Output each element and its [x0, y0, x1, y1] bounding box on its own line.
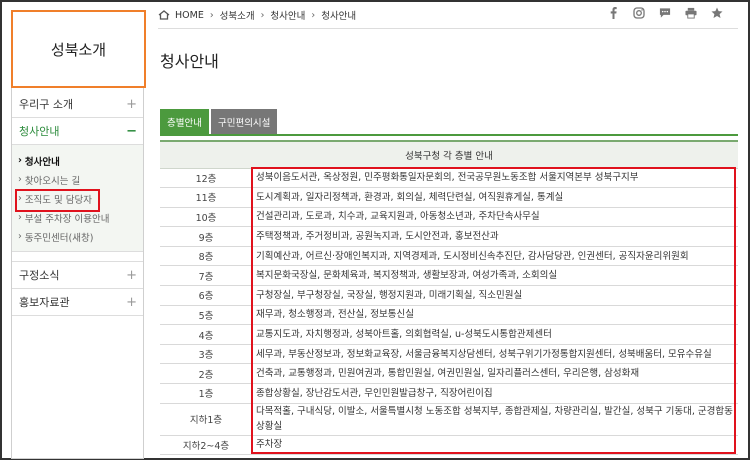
sidebar-item-label: 구정소식 [19, 269, 60, 282]
dept-cell: 건축과, 교통행정과, 민원여권과, 통합민원실, 여권민원실, 일자리플러스센… [252, 363, 738, 385]
chevron-right-icon: › [18, 212, 22, 223]
sidebar: 성북소개 우리구 소개 + 청사안내 − › 청사안내 › 찾아오시는 길 › … [11, 10, 146, 459]
table-row: 11층 도시계획과, 일자리정책과, 환경과, 회의실, 체력단련실, 여직원휴게… [160, 187, 738, 208]
plus-icon: + [126, 267, 137, 283]
dept-cell: 다목적홀, 구내식당, 이발소, 서울특별시청 노동조합 성북지부, 종합관제실… [252, 403, 738, 436]
table-row: 1층 종합상황실, 장난감도서관, 무인민원발급창구, 직장어린이집 [160, 383, 738, 404]
submenu-item-community-centers[interactable]: › 동주민센터(새창) [12, 227, 143, 246]
print-icon[interactable] [685, 7, 697, 19]
floor-cell: 10층 [160, 207, 252, 228]
table-row: 2층 건축과, 교통행정과, 민원여권과, 통합민원실, 여권민원실, 일자리플러… [160, 363, 738, 385]
dept-cell: 복지문화국장실, 문화체육과, 복지정책과, 생활보장과, 여성가족과, 소회의… [252, 265, 738, 287]
sidebar-lower: 구정소식 + 홍보자료관 + [12, 261, 143, 316]
floor-cell: 9층 [160, 226, 252, 247]
floor-cell: 지하2~4층 [160, 435, 252, 456]
dept-cell: 기획예산과, 어르신·장애인복지과, 지역경제과, 도시정비신속추진단, 감사담… [252, 246, 738, 267]
table-header-row: 성북구청 각 층별 안내 [160, 140, 738, 169]
chevron-right-icon: › [311, 9, 316, 21]
floor-cell: 11층 [160, 187, 252, 208]
table-row: 9층 주택정책과, 주거정비과, 공원녹지과, 도시안전과, 홍보전산과 [160, 226, 738, 247]
tab-bar: 층별안내 구민편의시설 [160, 109, 279, 134]
breadcrumb-home-label: HOME [175, 9, 204, 21]
tab-facilities[interactable]: 구민편의시설 [210, 109, 278, 134]
floor-cell: 12층 [160, 168, 252, 189]
instagram-icon[interactable] [633, 7, 645, 19]
table-row: 8층 기획예산과, 어르신·장애인복지과, 지역경제과, 도시정비신속추진단, 감… [160, 246, 738, 267]
dept-cell: 주택정책과, 주거정비과, 공원녹지과, 도시안전과, 홍보전산과 [252, 226, 738, 247]
table-row: 3층 세무과, 부동산정보과, 정보화교육장, 서울금융복지상담센터, 성북구위기… [160, 344, 738, 365]
chevron-right-icon: › [18, 155, 22, 166]
chevron-right-icon: › [18, 231, 22, 242]
dept-cell: 주차장 [252, 435, 738, 456]
chevron-right-icon: › [18, 193, 22, 204]
table-row: 4층 교통지도과, 자치행정과, 성북아트홀, 의회협력실, u-성북도시통합관제… [160, 324, 738, 345]
submenu-item-office-guide[interactable]: › 청사안내 [12, 151, 143, 170]
home-icon [158, 10, 170, 20]
sidebar-item-label: 청사안내 [19, 125, 60, 138]
page-title: 청사안내 [160, 52, 219, 71]
table-row: 지하1층 다목적홀, 구내식당, 이발소, 서울특별시청 노동조합 성북지부, 종… [160, 403, 738, 436]
chevron-right-icon: › [18, 174, 22, 185]
dept-cell: 재무과, 청소행정과, 전산실, 정보통신실 [252, 305, 738, 326]
table-row: 12층 성북이음도서관, 옥상정원, 민주평화통일자문회의, 전국공무원노동조합 … [160, 168, 738, 189]
sidebar-item-pr-archive[interactable]: 홍보자료관 + [12, 289, 143, 316]
floor-cell: 지하1층 [160, 403, 252, 436]
chat-icon[interactable] [659, 7, 671, 19]
table-header: 성북구청 각 층별 안내 [160, 140, 738, 169]
submenu-item-label: 부설 주차장 이용안내 [24, 213, 110, 225]
breadcrumb-level3[interactable]: 청사안내 [321, 8, 356, 22]
sidebar-item-label: 홍보자료관 [19, 296, 70, 309]
sidebar-item-label: 우리구 소개 [19, 98, 74, 111]
submenu-item-label: 찾아오시는 길 [24, 175, 81, 187]
breadcrumb-level1[interactable]: 성북소개 [220, 8, 255, 22]
dept-cell: 도시계획과, 일자리정책과, 환경과, 회의실, 체력단련실, 여직원휴게실, … [252, 187, 738, 208]
submenu-item-label: 청사안내 [24, 156, 60, 168]
submenu-item-parking[interactable]: › 부설 주차장 이용안내 [12, 208, 143, 227]
floor-cell: 7층 [160, 265, 252, 287]
table-row: 6층 구청장실, 부구청장실, 국장실, 행정지원과, 미래기획실, 직소민원실 [160, 285, 738, 306]
sidebar-item-about[interactable]: 우리구 소개 + [12, 91, 143, 118]
floor-cell: 4층 [160, 324, 252, 345]
floor-guide-table: 성북구청 각 층별 안내 12층 성북이음도서관, 옥상정원, 민주평화통일자문회… [160, 140, 738, 456]
floor-cell: 3층 [160, 344, 252, 365]
plus-icon: + [126, 96, 137, 112]
dept-cell: 구청장실, 부구청장실, 국장실, 행정지원과, 미래기획실, 직소민원실 [252, 285, 738, 306]
submenu-item-directions[interactable]: › 찾아오시는 길 [12, 170, 143, 189]
table-row: 지하2~4층 주차장 [160, 435, 738, 456]
breadcrumb: HOME › 성북소개 › 청사안내 › 청사안내 [158, 4, 738, 26]
sidebar-menu: 우리구 소개 + 청사안내 − › 청사안내 › 찾아오시는 길 › 조직도 및… [12, 91, 143, 316]
chevron-right-icon: › [260, 9, 265, 21]
minus-icon: − [126, 123, 137, 139]
tab-underline [160, 134, 738, 136]
table-row: 5층 재무과, 청소행정과, 전산실, 정보통신실 [160, 305, 738, 326]
floor-cell: 2층 [160, 363, 252, 385]
breadcrumb-level2[interactable]: 청사안내 [270, 8, 305, 22]
star-icon[interactable] [711, 7, 723, 19]
table-row: 10층 건설관리과, 도로과, 치수과, 교육지원과, 아동청소년과, 주차단속사… [160, 207, 738, 228]
table-row: 7층 복지문화국장실, 문화체육과, 복지정책과, 생활보장과, 여성가족과, 소… [160, 265, 738, 287]
submenu-item-org-chart[interactable]: › 조직도 및 담당자 [12, 189, 143, 212]
tab-floor-guide[interactable]: 층별안내 [160, 109, 209, 134]
breadcrumb-home[interactable]: HOME [158, 10, 204, 21]
submenu-item-label: 조직도 및 담당자 [24, 194, 93, 206]
submenu-item-label: 동주민센터(새창) [24, 232, 94, 244]
dept-cell: 세무과, 부동산정보과, 정보화교육장, 서울금융복지상담센터, 성북구위기가정… [252, 344, 738, 365]
topbar-divider [158, 28, 738, 29]
dept-cell: 교통지도과, 자치행정과, 성북아트홀, 의회협력실, u-성북도시통합관제센터 [252, 324, 738, 345]
floor-cell: 5층 [160, 305, 252, 326]
facebook-icon[interactable] [607, 7, 619, 19]
sidebar-item-news[interactable]: 구정소식 + [12, 262, 143, 289]
dept-cell: 건설관리과, 도로과, 치수과, 교육지원과, 아동청소년과, 주차단속사무실 [252, 207, 738, 228]
dept-cell: 종합상황실, 장난감도서관, 무인민원발급창구, 직장어린이집 [252, 383, 738, 404]
sidebar-submenu: › 청사안내 › 찾아오시는 길 › 조직도 및 담당자 › 부설 주차장 이용… [12, 145, 143, 252]
chevron-right-icon: › [209, 9, 214, 21]
dept-cell: 성북이음도서관, 옥상정원, 민주평화통일자문회의, 전국공무원노동조합 서울지… [252, 168, 738, 189]
floor-cell: 6층 [160, 285, 252, 306]
floor-cell: 1층 [160, 383, 252, 404]
sidebar-title: 성북소개 [11, 10, 146, 88]
floor-cell: 8층 [160, 246, 252, 267]
sidebar-item-office-guide[interactable]: 청사안내 − [12, 118, 143, 145]
plus-icon: + [126, 294, 137, 310]
social-toolbar [607, 7, 723, 19]
